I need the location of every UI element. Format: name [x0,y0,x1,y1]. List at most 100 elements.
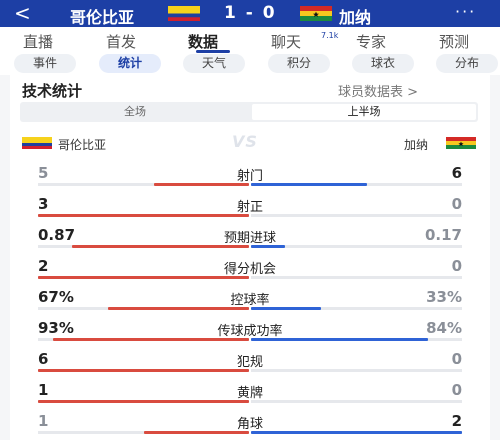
stat-row: 0.87 预期进球 0.17 [0,226,500,257]
away-bar-track [251,369,462,372]
home-stat-value: 93% [38,319,74,337]
home-stat-value: 1 [38,412,49,430]
home-bar-fill [52,338,249,341]
home-bar-fill [38,400,249,403]
chat-count-badge: 7.1k [321,31,339,40]
more-options-icon[interactable]: ··· [455,2,476,21]
colombia-flag-icon [168,6,200,21]
home-bar-track [38,276,249,279]
stat-label: 预期进球 [223,231,276,246]
away-stat-value: 0.17 [424,226,462,244]
away-bar-track [251,307,462,310]
tab-live[interactable]: 直播 [23,31,53,52]
away-team-label: 加纳 [404,138,429,152]
away-stat-value: 0 [451,381,462,399]
stat-row: 93% 传球成功率 84% [0,319,500,350]
away-bar-fill [251,307,321,310]
away-bar-fill [251,245,285,248]
subtab-standings[interactable]: 积分 [268,54,330,73]
home-stat-value: 3 [38,195,49,213]
home-bar-fill [107,307,249,310]
subtab-events[interactable]: 事件 [14,54,76,73]
away-bar-track [251,245,462,248]
colombia-flag-icon [22,137,52,149]
stat-label: 射门 [236,169,263,184]
home-bar-track [38,245,249,248]
away-bar-track [251,400,462,403]
tab-chat[interactable]: 聊天 [271,31,301,52]
stat-label: 角球 [236,417,263,432]
stat-row: 2 得分机会 0 [0,257,500,288]
stat-label: 射正 [236,200,263,215]
away-stat-value: 6 [451,164,462,182]
sub-tabs: 事件 统计 天气 积分 球衣 分布 [0,53,500,75]
home-team-name[interactable]: 哥伦比亚 [70,4,134,28]
home-bar-fill [38,369,249,372]
away-bar-track [251,276,462,279]
home-bar-fill [38,214,249,217]
away-stat-value: 0 [451,350,462,368]
home-stat-value: 6 [38,350,49,368]
back-button[interactable]: < [14,2,31,24]
home-stat-value: 67% [38,288,74,306]
period-first-half-button[interactable]: 上半场 [252,104,476,120]
tab-data[interactable]: 数据 [188,31,218,52]
away-stat-value: 33% [426,288,462,306]
stat-label: 黄牌 [236,386,263,401]
tab-prediction[interactable]: 预测 [439,31,469,52]
tab-expert[interactable]: 专家 [356,31,386,52]
subtab-weather[interactable]: 天气 [183,54,245,73]
away-bar-fill [251,338,429,341]
home-bar-track [38,400,249,403]
away-bar-track [251,214,462,217]
home-team-label: 哥伦比亚 [58,138,107,152]
home-bar-track [38,369,249,372]
away-bar-fill [251,431,462,434]
away-stat-value: 2 [451,412,462,430]
ghana-flag-icon [446,137,476,149]
home-bar-fill [154,183,249,186]
player-stats-link[interactable]: 球员数据表 > [338,81,418,100]
away-stat-value: 0 [451,257,462,275]
home-bar-track [38,338,249,341]
away-bar-track [251,338,462,341]
vs-watermark: VS [232,132,258,151]
subtab-distribution[interactable]: 分布 [436,54,498,73]
section-title: 技术统计 [22,82,83,100]
home-bar-fill [71,245,249,248]
home-bar-fill [143,431,249,434]
home-bar-track [38,307,249,310]
match-score: 1 - 0 [224,3,277,23]
subtab-kits[interactable]: 球衣 [352,54,414,73]
stat-row: 3 射正 0 [0,195,500,226]
home-stat-value: 1 [38,381,49,399]
home-bar-track [38,431,249,434]
ghana-flag-icon [300,6,332,21]
away-stat-value: 84% [426,319,462,337]
match-header: < 哥伦比亚 1 - 0 加纳 ··· [0,0,500,27]
home-stat-value: 5 [38,164,49,182]
home-bar-track [38,214,249,217]
stat-row: 1 角球 2 [0,412,500,440]
stat-label: 控球率 [230,293,270,308]
stat-row: 6 犯规 0 [0,350,500,381]
stat-row: 1 黄牌 0 [0,381,500,412]
home-bar-track [38,183,249,186]
stat-label: 犯规 [236,355,263,370]
away-stat-value: 0 [451,195,462,213]
period-full-match-button[interactable]: 全场 [22,104,248,120]
subtab-stats[interactable]: 统计 [99,54,161,73]
away-bar-track [251,183,462,186]
stat-label: 传球成功率 [217,324,283,339]
stat-row: 5 射门 6 [0,164,500,195]
main-tabs: 直播 首发 数据 聊天 专家 预测 [0,27,500,53]
stat-label: 得分机会 [223,262,276,277]
home-stat-value: 0.87 [38,226,76,244]
home-stat-value: 2 [38,257,49,275]
away-team-name[interactable]: 加纳 [339,4,371,28]
home-bar-fill [38,276,249,279]
away-bar-fill [251,183,368,186]
away-bar-track [251,431,462,434]
tab-lineup[interactable]: 首发 [106,31,136,52]
stat-row: 67% 控球率 33% [0,288,500,319]
